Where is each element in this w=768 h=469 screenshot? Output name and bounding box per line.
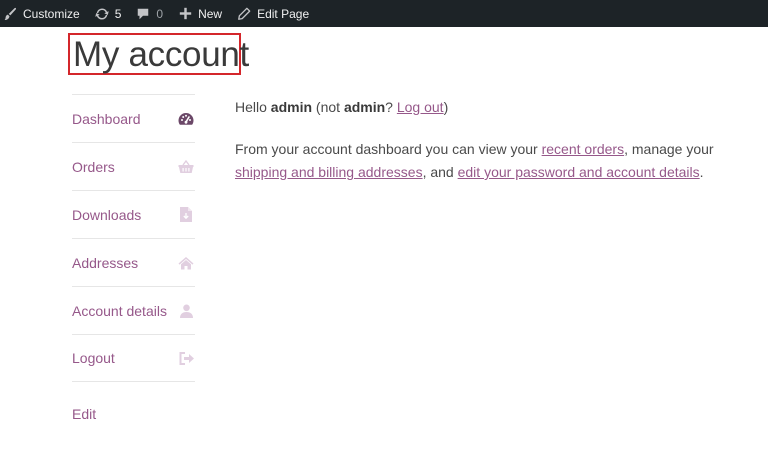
home-icon	[178, 255, 194, 271]
update-icon	[94, 6, 110, 22]
nav-item-downloads[interactable]: Downloads	[72, 190, 195, 238]
nav-item-addresses[interactable]: Addresses	[72, 238, 195, 286]
nav-item-orders[interactable]: Orders	[72, 142, 195, 190]
nav-item-label: Orders	[72, 158, 115, 175]
edit-password-link[interactable]: edit your password and account details	[458, 164, 700, 180]
edit-link[interactable]: Edit	[72, 406, 96, 422]
dashboard-description: From your account dashboard you can view…	[235, 138, 768, 184]
new-content-button[interactable]: New	[177, 0, 236, 27]
updates-count: 5	[114, 6, 122, 21]
greeting-not-username: admin	[343, 99, 386, 115]
greeting-paragraph: Hello admin (not admin? Log out)	[235, 96, 768, 119]
description-text-1: From your account dashboard you can view…	[235, 141, 538, 157]
addresses-link[interactable]: shipping and billing addresses	[235, 164, 423, 180]
description-text-2: , manage your	[624, 141, 714, 157]
comments-count: 0	[156, 6, 164, 21]
page-title-highlight: My account	[68, 33, 249, 75]
nav-item-dashboard[interactable]: Dashboard	[72, 94, 195, 142]
description-text-4: .	[699, 164, 704, 180]
basket-icon	[178, 159, 194, 175]
page-title: My account	[73, 34, 249, 74]
comment-icon	[135, 6, 151, 22]
dashboard-icon	[178, 111, 194, 127]
logout-link[interactable]: Log out	[397, 99, 444, 115]
user-icon	[178, 303, 194, 319]
recent-orders-link[interactable]: recent orders	[542, 141, 624, 157]
nav-item-label: Logout	[72, 350, 115, 366]
comments-button[interactable]: 0	[135, 0, 177, 27]
updates-button[interactable]: 5	[94, 0, 136, 27]
greeting-close-paren: )	[443, 99, 449, 115]
file-icon	[178, 207, 194, 223]
nav-item-label: Account details	[72, 302, 167, 319]
customize-label: Customize	[23, 6, 80, 21]
nav-item-label: Dashboard	[72, 110, 141, 127]
nav-item-label: Addresses	[72, 254, 139, 271]
sign-out-icon	[178, 350, 194, 366]
admin-bar: Customize 5 0 New Edit Page	[0, 0, 768, 27]
nav-item-account-details[interactable]: Account details	[72, 286, 195, 334]
description-text-3: , and	[422, 164, 454, 180]
greeting-not: (not	[315, 99, 341, 115]
edit-page-button[interactable]: Edit Page	[236, 0, 323, 27]
pencil-icon	[236, 6, 252, 22]
edit-page-label: Edit Page	[257, 6, 310, 21]
nav-item-label: Downloads	[72, 206, 142, 223]
plus-icon	[177, 6, 193, 22]
account-navigation: Dashboard Orders Downloads Addresses Acc…	[72, 94, 195, 382]
greeting-hello: Hello	[235, 99, 267, 115]
account-content: Hello admin (not admin? Log out) From yo…	[235, 96, 768, 203]
greeting-username: admin	[270, 99, 313, 115]
customize-button[interactable]: Customize	[0, 0, 94, 27]
nav-item-logout[interactable]: Logout	[72, 334, 195, 382]
new-label: New	[198, 6, 223, 21]
greeting-question-mark: ?	[385, 99, 393, 115]
paintbrush-icon	[2, 6, 18, 22]
